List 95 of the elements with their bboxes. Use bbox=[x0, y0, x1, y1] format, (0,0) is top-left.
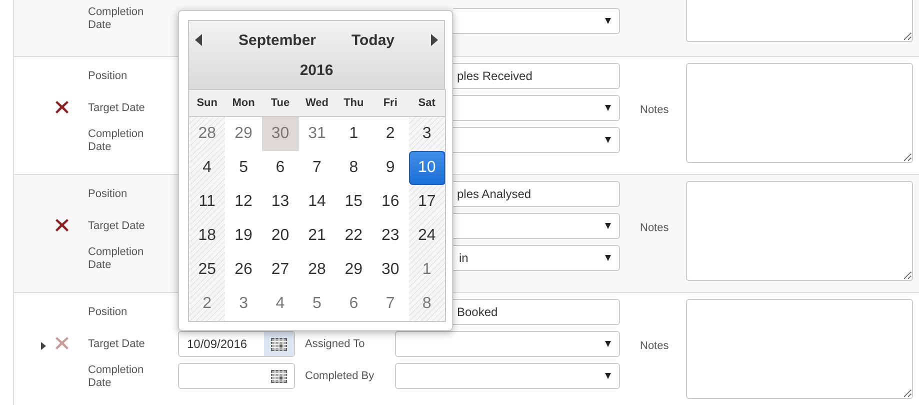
day-cell[interactable]: 4 bbox=[262, 287, 299, 322]
day-cell[interactable]: 21 bbox=[298, 219, 336, 253]
delete-icon[interactable] bbox=[55, 100, 69, 114]
day-cell[interactable]: 2 bbox=[188, 287, 226, 322]
day-cell[interactable]: 18 bbox=[188, 219, 226, 253]
day-cell[interactable]: 10 bbox=[408, 151, 446, 185]
dropdown[interactable]: in bbox=[453, 245, 620, 271]
day-cell[interactable]: 11 bbox=[188, 185, 226, 219]
day-cell[interactable]: 30 bbox=[372, 253, 409, 287]
day-cell[interactable]: 7 bbox=[298, 151, 336, 185]
day-cell[interactable]: 1 bbox=[408, 253, 446, 287]
day-cell[interactable]: 29 bbox=[335, 253, 372, 287]
day-cell[interactable]: 23 bbox=[372, 219, 409, 253]
dropdown[interactable] bbox=[395, 363, 620, 389]
field-label: Completion Date bbox=[88, 246, 145, 272]
weekday-label: Mon bbox=[225, 90, 262, 116]
field-label: Target Date bbox=[88, 102, 146, 115]
notes-field[interactable] bbox=[686, 299, 913, 399]
field-label: Completion Date bbox=[88, 364, 145, 390]
day-cell[interactable]: 3 bbox=[408, 116, 446, 151]
weekday-label: Thu bbox=[335, 90, 372, 116]
day-cell[interactable]: 6 bbox=[335, 287, 372, 322]
day-cell[interactable]: 6 bbox=[262, 151, 299, 185]
field-label: Notes bbox=[640, 222, 670, 235]
field-label: Target Date bbox=[88, 220, 146, 233]
day-cell[interactable]: 28 bbox=[188, 116, 226, 151]
day-cell[interactable]: 19 bbox=[225, 219, 262, 253]
day-cell[interactable]: 7 bbox=[372, 287, 409, 322]
row-pointer-icon bbox=[41, 342, 46, 350]
day-cell[interactable]: 4 bbox=[188, 151, 226, 185]
date-field[interactable]: 10/09/2016 bbox=[178, 331, 295, 357]
day-cell[interactable]: 20 bbox=[262, 219, 299, 253]
calendar-icon[interactable] bbox=[264, 332, 294, 356]
field-label: Completion Date bbox=[88, 6, 145, 32]
dropdown[interactable] bbox=[453, 8, 620, 34]
weekday-label: Fri bbox=[372, 90, 409, 116]
delete-icon[interactable] bbox=[55, 218, 69, 232]
field-label: Position bbox=[88, 188, 128, 201]
day-cell[interactable]: 22 bbox=[335, 219, 372, 253]
caret-icon bbox=[605, 18, 611, 24]
day-cell[interactable]: 28 bbox=[298, 253, 336, 287]
dropdown[interactable] bbox=[453, 95, 620, 121]
field-label: Completed By bbox=[305, 370, 376, 383]
day-cell[interactable]: 1 bbox=[335, 116, 372, 151]
day-cell[interactable]: 25 bbox=[188, 253, 226, 287]
weekday-label: Wed bbox=[298, 90, 336, 116]
previous-month-icon[interactable] bbox=[195, 34, 203, 46]
weekday-label: Sat bbox=[408, 90, 446, 116]
day-cell[interactable]: 16 bbox=[372, 185, 409, 219]
day-cell[interactable]: 31 bbox=[298, 116, 336, 151]
notes-field[interactable] bbox=[686, 181, 913, 281]
weekday-label: Tue bbox=[262, 90, 299, 116]
weekday-label: Sun bbox=[188, 90, 226, 116]
day-cell[interactable]: 29 bbox=[225, 116, 262, 151]
field-label: Completion Date bbox=[88, 128, 145, 154]
dropdown[interactable] bbox=[453, 213, 620, 239]
day-cell[interactable]: 13 bbox=[262, 185, 299, 219]
field-label: Target Date bbox=[88, 338, 146, 351]
today-link[interactable]: Today bbox=[351, 32, 395, 48]
day-cell[interactable]: 26 bbox=[225, 253, 262, 287]
day-cell[interactable]: 9 bbox=[372, 151, 409, 185]
caret-icon bbox=[605, 341, 611, 347]
position-field[interactable]: Booked bbox=[453, 299, 620, 325]
caret-icon bbox=[605, 373, 611, 379]
field-label: Notes bbox=[640, 340, 670, 353]
caret-icon bbox=[605, 137, 611, 143]
notes-field[interactable] bbox=[686, 63, 913, 163]
notes-field[interactable] bbox=[686, 0, 913, 42]
dropdown[interactable] bbox=[395, 331, 620, 357]
dropdown[interactable] bbox=[453, 127, 620, 153]
day-cell[interactable]: 27 bbox=[262, 253, 299, 287]
caret-icon bbox=[605, 255, 611, 261]
day-cell[interactable]: 15 bbox=[335, 185, 372, 219]
day-cell[interactable]: 3 bbox=[225, 287, 262, 322]
day-cell[interactable]: 12 bbox=[225, 185, 262, 219]
position-field[interactable]: ples Analysed bbox=[453, 181, 620, 207]
field-label: Position bbox=[88, 70, 128, 83]
day-cell[interactable]: 14 bbox=[298, 185, 336, 219]
field-label: Notes bbox=[640, 104, 670, 117]
day-cell[interactable]: 17 bbox=[408, 185, 446, 219]
field-label: Position bbox=[88, 306, 128, 319]
day-cell[interactable]: 24 bbox=[408, 219, 446, 253]
position-field[interactable]: ples Received bbox=[453, 63, 620, 89]
next-month-icon[interactable] bbox=[430, 34, 438, 46]
day-cell[interactable]: 5 bbox=[225, 151, 262, 185]
caret-icon bbox=[605, 105, 611, 111]
date-field[interactable] bbox=[178, 363, 295, 389]
year-label: 2016 bbox=[298, 61, 334, 81]
day-cell[interactable]: 8 bbox=[335, 151, 372, 185]
field-label: Assigned To bbox=[305, 338, 366, 351]
day-cell[interactable]: 5 bbox=[298, 287, 336, 322]
caret-icon bbox=[605, 223, 611, 229]
month-label: September bbox=[238, 32, 316, 48]
day-cell[interactable]: 2 bbox=[372, 116, 409, 151]
day-cell[interactable]: 8 bbox=[408, 287, 446, 322]
